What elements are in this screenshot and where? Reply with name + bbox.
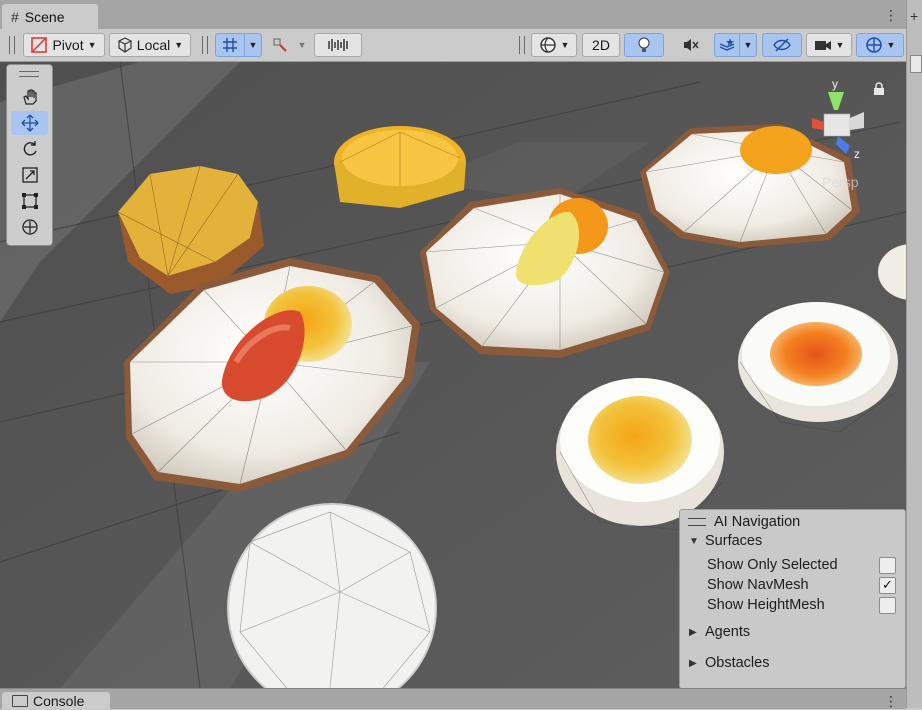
grid-snap-dropdown[interactable]: ▼ (244, 33, 262, 57)
scrollbar-thumb[interactable] (910, 55, 922, 73)
gizmo-z-label: z (854, 147, 860, 161)
rect-transform-icon (21, 193, 38, 209)
chevron-down-icon: ▼ (248, 40, 258, 50)
chevron-down-icon: ▼ (835, 40, 845, 50)
scene-tab-bar: # Scene ⋮ (0, 0, 906, 29)
chevron-down-icon: ▼ (87, 40, 97, 50)
show-navmesh-checkbox[interactable]: ✓ (879, 576, 896, 594)
show-only-selected-label: Show Only Selected (707, 557, 838, 573)
palette-grip[interactable] (19, 71, 39, 77)
console-tab-bar: Console ⋮ (0, 688, 906, 709)
chevron-down-icon: ▼ (743, 40, 753, 50)
move-arrows-icon (21, 114, 38, 132)
ai-navigation-header[interactable]: AI Navigation (688, 513, 800, 531)
projection-label[interactable]: Persp (822, 174, 859, 190)
rect-tool[interactable] (11, 189, 48, 213)
gizmo-y-label: y (832, 78, 838, 91)
rotate-icon (23, 141, 37, 156)
show-only-selected-checkbox[interactable] (879, 556, 896, 574)
pivot-icon (31, 37, 48, 53)
tools-palette (6, 64, 53, 246)
lock-icon[interactable] (873, 82, 885, 99)
move-tool[interactable] (11, 111, 48, 135)
right-panel-strip: + (906, 0, 922, 708)
console-tab-label: Console (33, 692, 85, 709)
show-only-selected-row[interactable]: Show Only Selected (680, 555, 905, 575)
local-dropdown[interactable]: Local ▼ (109, 33, 191, 57)
increment-snap-button[interactable] (266, 33, 294, 57)
rotate-tool[interactable] (11, 137, 48, 161)
triangle-down-icon: ▼ (689, 535, 699, 547)
scene-toolbar: Pivot ▼ Local ▼ ▼ ▼ ▼ 2D ▼ ▼ ▼ (0, 29, 906, 62)
drag-handle-icon (688, 518, 706, 526)
ai-navigation-title: AI Navigation (714, 514, 801, 530)
hand-tool[interactable] (11, 85, 48, 109)
surfaces-label: Surfaces (705, 533, 763, 549)
console-menu-icon[interactable]: ⋮ (884, 693, 898, 710)
add-tab-icon[interactable]: + (910, 8, 918, 24)
tab-menu-icon[interactable]: ⋮ (884, 6, 898, 24)
2d-toggle-button[interactable]: 2D (582, 33, 620, 57)
ai-navigation-overlay: AI Navigation ▼ Surfaces Show Only Selec… (679, 509, 906, 689)
chevron-down-icon: ▼ (297, 40, 307, 50)
increment-snap-dropdown[interactable]: ▼ (294, 33, 310, 57)
tab-scene[interactable]: # Scene (2, 4, 98, 29)
grid-snap-button[interactable] (215, 33, 245, 57)
2d-label: 2D (592, 37, 610, 53)
toolbar-grip[interactable] (519, 36, 525, 54)
obstacles-foldout[interactable]: ▶ Obstacles (680, 653, 905, 673)
show-heightmesh-label: Show HeightMesh (707, 597, 825, 613)
toolbar-grip[interactable] (202, 36, 208, 54)
scale-tool[interactable] (11, 163, 48, 187)
visibility-toggle-button[interactable] (762, 33, 802, 57)
agents-label: Agents (705, 624, 751, 640)
transform-icon (21, 219, 38, 235)
cube-icon (118, 37, 132, 53)
camera-icon (814, 41, 831, 50)
console-icon (12, 694, 28, 707)
draw-mode-dropdown[interactable]: ▼ (531, 33, 577, 57)
pivot-label: Pivot (52, 37, 84, 53)
speaker-muted-icon (684, 39, 699, 51)
tab-console[interactable]: Console (2, 692, 110, 709)
triangle-right-icon: ▶ (689, 626, 697, 638)
obstacles-label: Obstacles (705, 655, 770, 671)
eye-hidden-icon (773, 38, 791, 52)
chevron-down-icon: ▼ (560, 40, 570, 50)
scale-icon (21, 167, 38, 183)
toolbar-grip-left[interactable] (9, 36, 15, 54)
chevron-down-icon: ▼ (886, 40, 896, 50)
magnet-icon (273, 38, 287, 52)
triangle-right-icon: ▶ (689, 657, 697, 669)
transform-tool[interactable] (11, 215, 48, 239)
gizmo-icon (865, 37, 882, 53)
lighting-toggle-button[interactable] (624, 33, 664, 57)
lightbulb-icon (638, 37, 650, 52)
audio-bars-icon (328, 39, 348, 51)
surfaces-foldout[interactable]: ▼ Surfaces (680, 531, 905, 551)
scene-tab-label: Scene (24, 8, 65, 25)
scene-grid-icon: # (11, 8, 19, 25)
show-heightmesh-row[interactable]: Show HeightMesh (680, 595, 905, 615)
show-navmesh-row[interactable]: Show NavMesh ✓ (680, 575, 905, 595)
show-heightmesh-checkbox[interactable] (879, 596, 896, 614)
effects-dropdown[interactable]: ▼ (739, 33, 757, 57)
pivot-dropdown[interactable]: Pivot ▼ (23, 33, 105, 57)
effects-toggle-button[interactable] (714, 33, 740, 57)
render-mode-dropdown[interactable] (314, 33, 362, 57)
agents-foldout[interactable]: ▶ Agents (680, 622, 905, 642)
grid-snap-icon (223, 38, 237, 52)
audio-toggle-button[interactable] (672, 33, 710, 57)
checkmark-icon: ✓ (882, 577, 893, 592)
hand-icon (22, 89, 37, 105)
sphere-shading-icon (539, 37, 556, 53)
chevron-down-icon: ▼ (174, 40, 184, 50)
local-label: Local (136, 37, 171, 53)
show-navmesh-label: Show NavMesh (707, 577, 809, 593)
gizmos-dropdown[interactable]: ▼ (856, 33, 904, 57)
camera-settings-dropdown[interactable]: ▼ (806, 33, 852, 57)
layers-stars-icon (719, 38, 735, 51)
